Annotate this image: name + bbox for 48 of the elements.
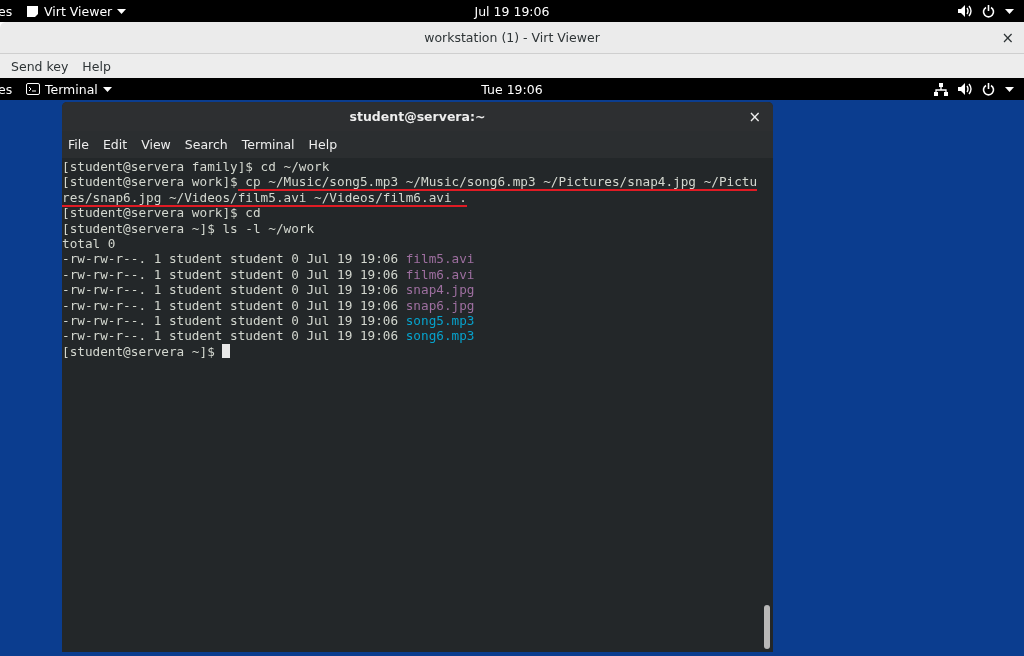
network-icon[interactable] bbox=[934, 82, 948, 96]
file-listing: -rw-rw-r--. 1 student student 0 Jul 19 19:06 bbox=[62, 312, 400, 328]
terminal-line: [student@servera ~]$ ls -l ~/work bbox=[62, 220, 315, 236]
volume-icon[interactable] bbox=[958, 83, 972, 95]
app-icon bbox=[26, 4, 39, 18]
power-icon[interactable] bbox=[982, 4, 995, 18]
file-listing: -rw-rw-r--. 1 student student 0 Jul 19 19:06 bbox=[62, 328, 400, 344]
file-listing: -rw-rw-r--. 1 student student 0 Jul 19 19:06 bbox=[62, 282, 400, 298]
file-name: snap6.jpg bbox=[405, 297, 475, 313]
menu-item[interactable]: File bbox=[68, 137, 89, 152]
caret-icon bbox=[1005, 8, 1014, 14]
terminal-line: total 0 bbox=[62, 235, 116, 251]
close-button[interactable]: × bbox=[748, 107, 761, 126]
menu-item[interactable]: Search bbox=[184, 137, 228, 152]
caret-icon bbox=[102, 86, 112, 92]
file-name: snap4.jpg bbox=[405, 282, 475, 298]
volume-icon[interactable] bbox=[958, 5, 972, 17]
file-name: song5.mp3 bbox=[405, 312, 475, 328]
terminal-icon bbox=[26, 83, 40, 95]
menu-item[interactable]: Send key bbox=[11, 58, 69, 74]
power-icon[interactable] bbox=[982, 82, 995, 96]
scrollbar-thumb[interactable] bbox=[764, 605, 770, 649]
menu-item[interactable]: Help bbox=[82, 58, 111, 74]
close-button[interactable]: × bbox=[1001, 28, 1014, 47]
caret-icon bbox=[1005, 86, 1014, 92]
menu-item[interactable]: Help bbox=[308, 137, 338, 152]
window-title: student@servera:~ bbox=[349, 109, 486, 124]
file-name: song6.mp3 bbox=[405, 328, 475, 344]
file-name: film6.avi bbox=[405, 266, 475, 282]
terminal-prompt: [student@servera ~]$ bbox=[62, 343, 216, 359]
terminal-line: [student@servera family]$ cd ~/work bbox=[62, 159, 330, 174]
caret-icon bbox=[117, 8, 127, 14]
clock[interactable]: Jul 19 19:06 bbox=[474, 3, 550, 19]
window-title: workstation (1) - Virt Viewer bbox=[424, 30, 600, 45]
terminal-prompt: [student@servera work]$ bbox=[62, 174, 238, 190]
app-menu[interactable]: Virt Viewer bbox=[44, 3, 113, 19]
file-listing: -rw-rw-r--. 1 student student 0 Jul 19 19:06 bbox=[62, 297, 400, 313]
menu-item[interactable]: Terminal bbox=[241, 137, 295, 152]
file-listing: -rw-rw-r--. 1 student student 0 Jul 19 19:06 bbox=[62, 266, 400, 282]
file-name: film5.avi bbox=[405, 251, 475, 267]
clock[interactable]: Tue 19:06 bbox=[481, 81, 543, 97]
terminal-line: [student@servera work]$ cd bbox=[62, 205, 261, 221]
underlined-command: res/snap6.jpg ~/Videos/film5.avi ~/Videos/film6.avi . bbox=[62, 189, 467, 207]
file-listing: -rw-rw-r--. 1 student student 0 Jul 19 19:06 bbox=[62, 251, 400, 267]
menu-item[interactable]: Edit bbox=[102, 137, 128, 152]
menu-item[interactable]: View bbox=[141, 137, 171, 152]
underlined-command: cp ~/Music/song5.mp3 ~/Music/song6.mp3 ~/Pictures/snap4.jpg ~/Pictu bbox=[237, 174, 758, 192]
app-menu[interactable]: Terminal bbox=[45, 81, 98, 97]
